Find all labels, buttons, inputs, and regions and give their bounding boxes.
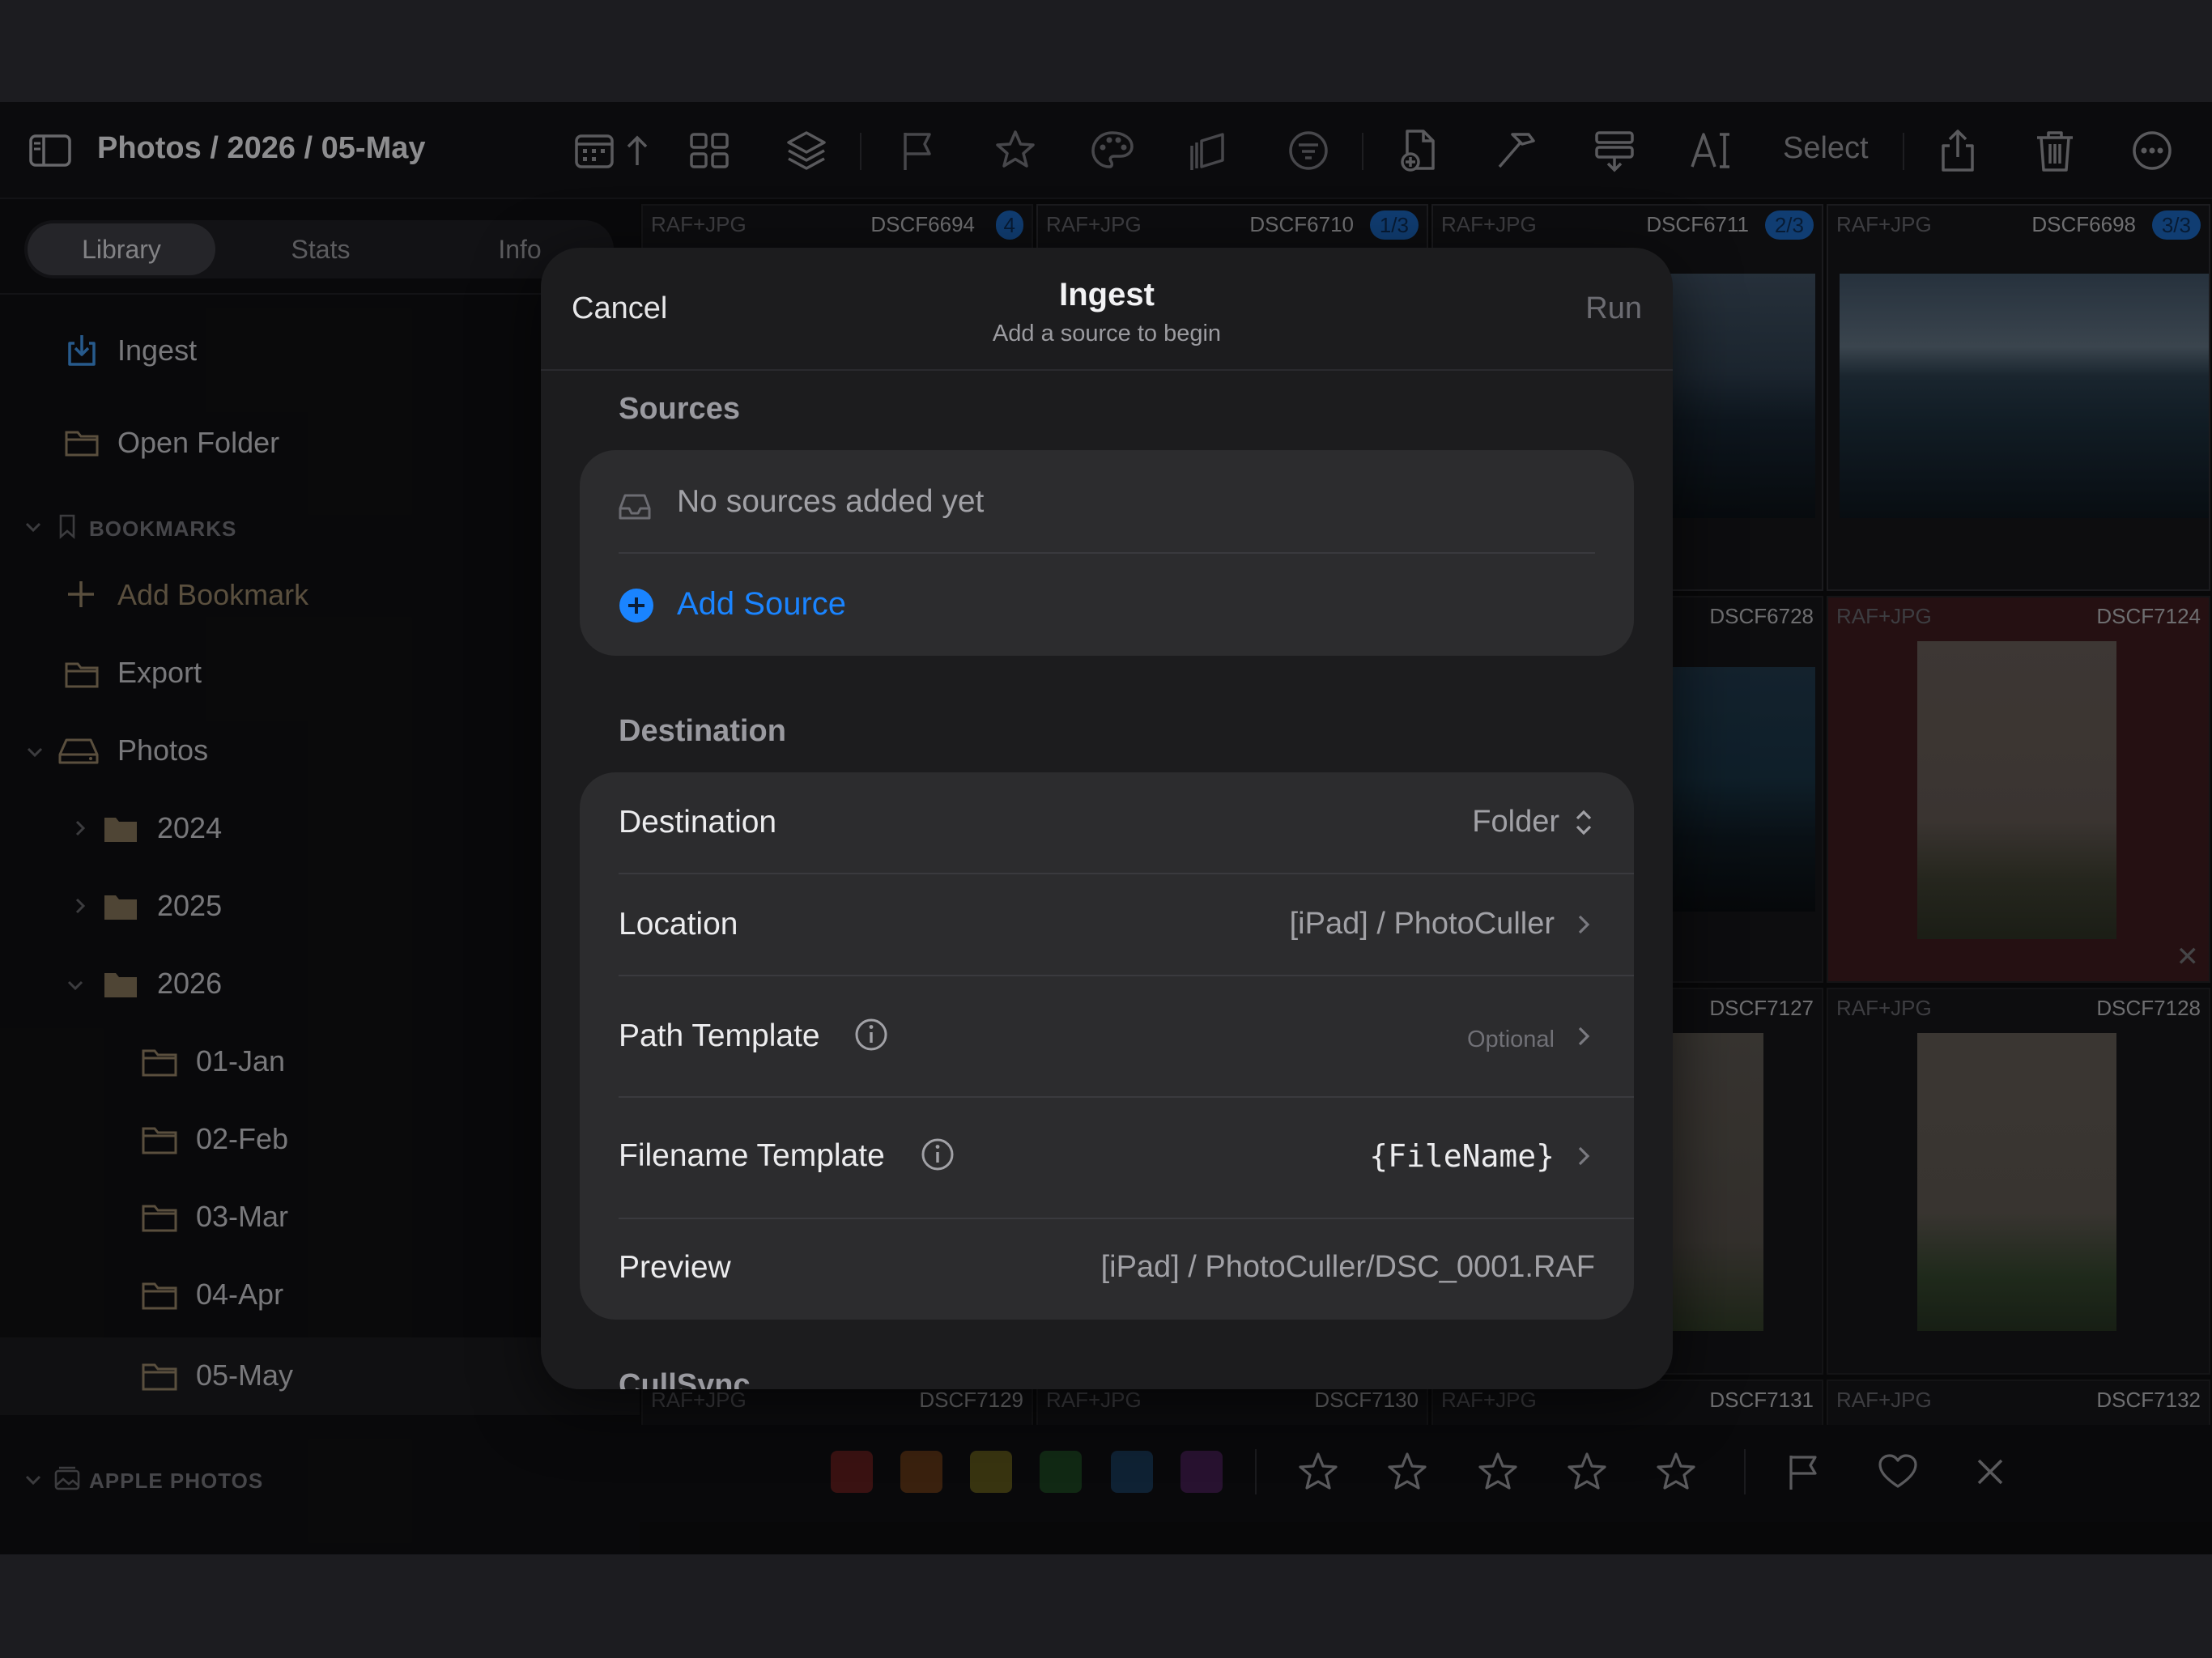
location-value: [iPad] / PhotoCuller bbox=[1289, 907, 1555, 941]
modal-subtitle: Add a source to begin bbox=[992, 321, 1222, 346]
add-source-button[interactable]: Add Source bbox=[580, 554, 1634, 656]
chevron-right-icon bbox=[1572, 1025, 1595, 1048]
sources-card: No sources added yet Add Source bbox=[580, 450, 1634, 656]
chevron-right-icon bbox=[1572, 913, 1595, 936]
modal-title: Ingest bbox=[1059, 277, 1155, 312]
path-template-row[interactable]: Path Template Optional bbox=[619, 976, 1595, 1096]
cullsync-section-title: CullSync bbox=[619, 1368, 751, 1389]
row-label: Filename Template bbox=[619, 1138, 885, 1173]
tray-icon bbox=[617, 491, 653, 523]
path-template-value: Optional bbox=[1466, 1027, 1555, 1052]
filename-template-row[interactable]: Filename Template {FileName} bbox=[619, 1098, 1595, 1218]
status-bar-area bbox=[0, 0, 2212, 102]
row-label: Preview bbox=[619, 1250, 731, 1285]
filename-template-value: {FileName} bbox=[1369, 1138, 1555, 1174]
preview-row: Preview [iPad] / PhotoCuller/DSC_0001.RA… bbox=[619, 1219, 1595, 1320]
destination-value: Folder bbox=[1472, 805, 1559, 839]
info-icon[interactable] bbox=[920, 1137, 955, 1172]
add-source-label: Add Source bbox=[677, 586, 847, 622]
destination-section-title: Destination bbox=[619, 714, 786, 748]
destination-picker[interactable]: Destination Folder bbox=[619, 772, 1595, 873]
sources-section-title: Sources bbox=[619, 392, 740, 426]
info-icon[interactable] bbox=[853, 1017, 889, 1052]
plus-circle-icon bbox=[619, 588, 654, 623]
chevron-right-icon bbox=[1572, 1145, 1595, 1167]
empty-sources-text: No sources added yet bbox=[677, 484, 985, 519]
home-indicator-area bbox=[0, 1554, 2212, 1658]
chevron-up-down-icon bbox=[1572, 808, 1595, 835]
row-label: Location bbox=[619, 907, 738, 942]
preview-value: [iPad] / PhotoCuller/DSC_0001.RAF bbox=[1100, 1250, 1595, 1284]
row-label: Path Template bbox=[619, 1018, 820, 1053]
location-row[interactable]: Location [iPad] / PhotoCuller bbox=[619, 874, 1595, 975]
ingest-modal: Cancel Ingest Add a source to begin Run … bbox=[541, 248, 1673, 1389]
destination-card: Destination Folder Location [iPad] / Pho… bbox=[580, 772, 1634, 1320]
row-label: Destination bbox=[619, 805, 777, 840]
run-button[interactable]: Run bbox=[1585, 291, 1642, 326]
